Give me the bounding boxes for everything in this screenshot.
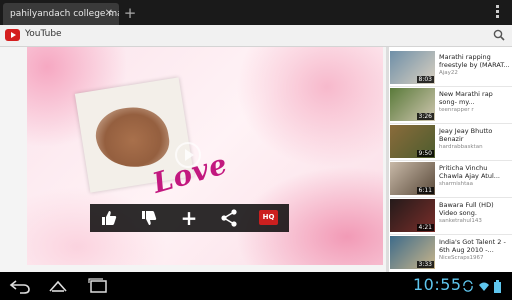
duration-badge: 3:33 (416, 261, 434, 268)
duration-badge: 6:11 (416, 187, 434, 194)
divider (390, 86, 512, 87)
browser-tab[interactable]: pahilyandach college ma... ✕ (3, 3, 119, 25)
new-tab-button[interactable]: + (121, 4, 139, 22)
list-item[interactable]: 6:11 Priticha Vinchu Chawla Ajay Atul... s… (390, 162, 512, 198)
list-item[interactable]: 8:03 Marathi rapping freestyle by (MARAT.… (390, 51, 512, 87)
related-video-title[interactable]: New Marathi rap song- my... (439, 90, 511, 106)
related-video-title[interactable]: Priticha Vinchu Chawla Ajay Atul... (439, 164, 511, 180)
divider (390, 234, 512, 235)
channel-name: hardrabbasktan (439, 144, 483, 150)
play-button-icon[interactable] (175, 142, 201, 168)
search-icon[interactable] (493, 29, 505, 41)
list-item[interactable]: 3:26 New Marathi rap song- my... teenrappe… (390, 88, 512, 124)
video-thumbnail[interactable]: 8:03 (390, 51, 435, 84)
wifi-icon (479, 282, 489, 291)
video-player[interactable]: Love + HQ (27, 47, 383, 265)
main-content: Love + HQ 8:03 Marathi rapping freestyle … (0, 47, 512, 272)
clock: 10:55 (413, 275, 462, 294)
divider (390, 160, 512, 161)
player-controls: + HQ (90, 204, 289, 232)
duration-badge: 4:21 (416, 224, 434, 231)
add-to-playlist-button[interactable]: + (179, 208, 199, 228)
leaf-image (92, 102, 173, 173)
sync-icon (463, 280, 473, 292)
duration-badge: 9:50 (416, 150, 434, 157)
close-tab-icon[interactable]: ✕ (105, 3, 113, 25)
home-icon[interactable] (46, 277, 70, 295)
system-navbar: 10:55 (0, 272, 512, 300)
tab-title: pahilyandach college ma... (10, 9, 119, 19)
channel-name: sanketrahul143 (439, 218, 482, 224)
related-video-title[interactable]: Bawara Full (HD) Video song. (439, 201, 511, 217)
share-icon[interactable] (219, 208, 239, 228)
duration-badge: 8:03 (416, 76, 434, 83)
related-video-title[interactable]: India's Got Talent 2 - 6th Aug 2010 -... (439, 238, 511, 254)
browser-tabstrip: pahilyandach college ma... ✕ + (0, 0, 512, 25)
channel-name: teenrapper r (439, 107, 474, 113)
related-video-title[interactable]: Marathi rapping freestyle by (MARAT... (439, 53, 511, 69)
overflow-menu-icon[interactable] (496, 5, 500, 19)
channel-name: NiceScraps1967 (439, 255, 484, 261)
recent-apps-icon[interactable] (86, 277, 110, 295)
list-item[interactable]: 3:33 India's Got Talent 2 - 6th Aug 2010 … (390, 236, 512, 272)
page-title: YouTube (25, 29, 62, 39)
video-thumbnail[interactable]: 9:50 (390, 125, 435, 158)
channel-name: Ajay22 (439, 70, 458, 76)
back-icon[interactable] (8, 277, 32, 295)
divider (390, 197, 512, 198)
list-item[interactable]: 9:50 Jeay Jeay Bhutto Benazir hardrabbaskt… (390, 125, 512, 161)
youtube-logo-icon[interactable] (5, 29, 20, 41)
video-thumbnail[interactable]: 4:21 (390, 199, 435, 232)
related-videos-list: 8:03 Marathi rapping freestyle by (MARAT.… (386, 47, 512, 272)
list-item[interactable]: 4:21 Bawara Full (HD) Video song. sanketra… (390, 199, 512, 235)
thumbs-up-icon[interactable] (99, 208, 119, 228)
related-video-title[interactable]: Jeay Jeay Bhutto Benazir (439, 127, 511, 143)
video-frame[interactable]: Love + HQ (27, 47, 383, 265)
video-thumbnail[interactable]: 3:26 (390, 88, 435, 121)
hq-button[interactable]: HQ (259, 210, 278, 225)
video-thumbnail[interactable]: 3:33 (390, 236, 435, 269)
duration-badge: 3:26 (416, 113, 434, 120)
channel-name: sharmishtaa (439, 181, 474, 187)
scrollbar[interactable] (386, 47, 389, 272)
youtube-header: YouTube (0, 25, 512, 47)
thumbs-down-icon[interactable] (139, 208, 159, 228)
video-thumbnail[interactable]: 6:11 (390, 162, 435, 195)
battery-icon (494, 280, 501, 293)
divider (390, 123, 512, 124)
